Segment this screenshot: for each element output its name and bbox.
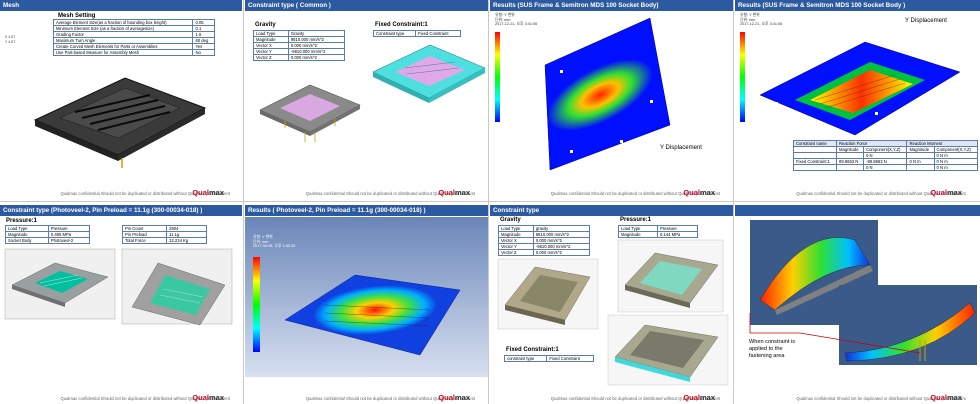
slide-constraint-photoveel[interactable]: Constraint type (Photoveel-2, Pin Preloa…: [0, 205, 242, 404]
slide-divider: [243, 0, 244, 404]
qualmax-logo: Qualmax: [930, 188, 962, 197]
qualmax-logo: Qualmax: [683, 393, 715, 402]
slide-constraint-type[interactable]: Constraint type Gravity Load Type gravity…: [490, 205, 733, 404]
fixed-constraint-table: constraint type Fixed Constraint: [503, 355, 594, 362]
table-row: 0 N0 N m: [793, 164, 979, 171]
slide-results-reaction[interactable]: Results (SUS Frame & Semitron MDS 100 So…: [735, 0, 980, 199]
pressure-model-image: [4, 248, 233, 326]
fastening-annotation: When constraint is applied to the fasten…: [749, 339, 796, 359]
slide-divider: [0, 201, 980, 202]
slide-footer: Qualmax confidential Should not be dupli…: [550, 188, 721, 197]
table-row: constraint type Fixed Constraint: [503, 355, 594, 362]
slide-footer: Qualmax confidential Should not be dupli…: [60, 188, 230, 197]
slide-results-y-displacement[interactable]: Results (SUS Frame & Semitron MDS 100 So…: [490, 0, 733, 199]
slide-fastening-area[interactable]: When constraint is applied to the fasten…: [735, 205, 980, 404]
qualmax-logo: Qualmax: [192, 393, 224, 402]
qualmax-logo: Qualmax: [930, 393, 962, 402]
qualmax-logo: Qualmax: [683, 188, 715, 197]
svg-text:Y 4.5T: Y 4.5T: [5, 40, 16, 44]
reaction-table: Constraint name Reaction Force Reaction Mo…: [793, 140, 979, 171]
y-displacement-label: Y Displacement: [660, 145, 702, 151]
slide-footer: Qualmax confidential Should not be dupli…: [550, 393, 721, 402]
qualmax-logo: Qualmax: [192, 188, 224, 197]
fastening-model-images: [749, 220, 977, 365]
qualmax-logo: Qualmax: [438, 188, 470, 197]
slide-mesh[interactable]: Mesh Mesh Setting Average Element Size(a…: [0, 0, 242, 199]
slide-divider: [488, 0, 489, 404]
y-displacement-model-image: [544, 17, 671, 171]
legend-info: 유형: Y 변위 단위: mm 2017-09-05, 오후 1:52:25: [253, 235, 296, 248]
slide-footer: Qualmax confidential Should not be dupli…: [796, 393, 966, 402]
fixed-constraint-model-image: [372, 44, 486, 103]
slide-footer: Qualmax confidential Should not be dupli…: [796, 188, 966, 197]
slide-results-photoveel[interactable]: Results ( Photoveel-2, Pin Preload = 11.…: [245, 205, 488, 404]
slide-constraint-common[interactable]: Constraint type ( Common ) Gravity Load …: [245, 0, 488, 199]
mesh-model-image: X 4.5T Y 4.5T: [5, 35, 207, 168]
slide-footer: Qualmax confidential Should not be dupli…: [60, 393, 230, 402]
slide-footer: Qualmax confidential Should not be dupli…: [305, 188, 476, 197]
slide-footer: Qualmax confidential Should not be dupli…: [305, 393, 476, 402]
fixed-constraint-title: Fixed Constraint:1: [506, 347, 559, 353]
constraint-model-images: [497, 239, 729, 386]
qualmax-logo: Qualmax: [438, 393, 470, 402]
slide-divider: [733, 0, 734, 404]
svg-text:X 4.5T: X 4.5T: [5, 35, 16, 39]
